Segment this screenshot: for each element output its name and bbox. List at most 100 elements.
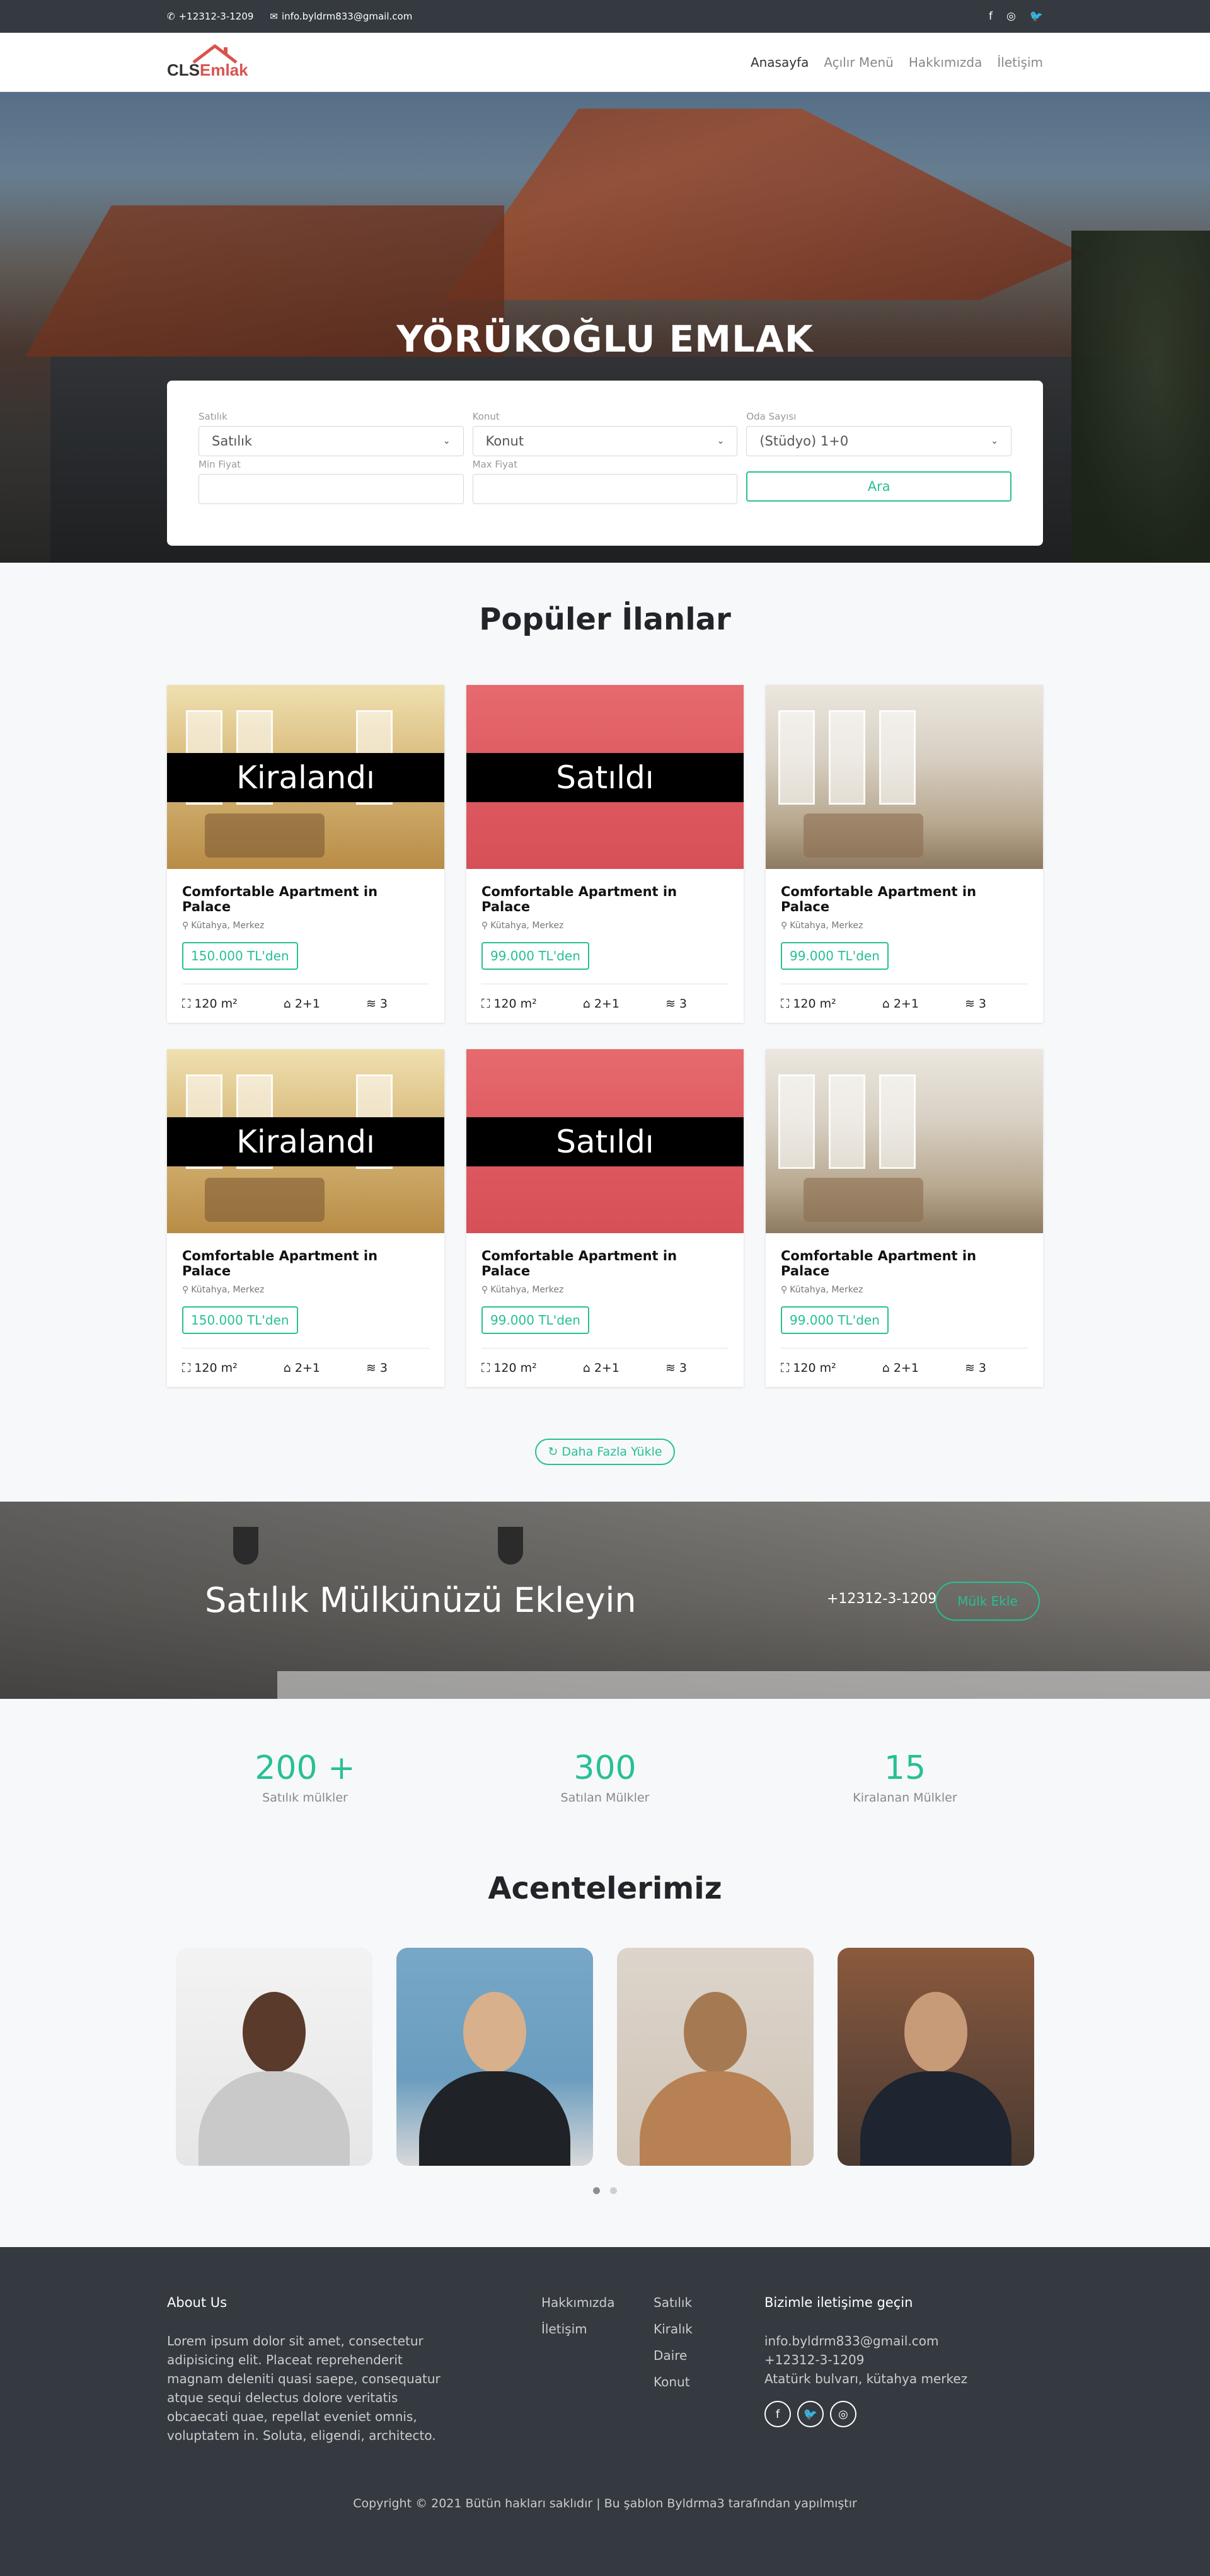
type-value: Konut [485,434,524,449]
email-contact[interactable]: ✉ info.byldrm833@gmail.com [270,11,412,22]
footer-link-sale[interactable]: Satılık [654,2295,764,2310]
twitter-icon[interactable]: 🐦 [797,2401,824,2427]
listing-location: ⚲ Kütahya, Merkez [182,1285,429,1295]
facebook-icon[interactable]: f [989,10,993,23]
status-select[interactable]: Satılık ⌄ [199,426,464,456]
stat-rented: 15 Kiralanan Mülkler [755,1749,1055,1805]
stat-label: Kiralanan Mülkler [853,1791,957,1805]
search-button[interactable]: Ara [746,471,1011,502]
listing-title[interactable]: Comfortable Apartment in Palace [781,884,1028,914]
load-more-button[interactable]: ↻ Daha Fazla Yükle [535,1439,675,1465]
listing-price[interactable]: 99.000 TL'den [481,942,589,970]
chevron-down-icon: ⌄ [717,436,725,446]
agent-photo-head [684,1992,747,2073]
listing-image: Satıldı [466,685,744,869]
agent-card[interactable] [617,1948,814,2166]
status-value: Satılık [212,434,253,449]
listing-price[interactable]: 150.000 TL'den [182,1306,298,1334]
agent-photo-head [904,1992,967,2073]
instagram-icon[interactable]: ◎ [830,2401,856,2427]
status-label: Satılık [199,411,228,422]
rooms-select[interactable]: (Stüdyo) 1+0 ⌄ [746,426,1011,456]
phone-contact[interactable]: ✆ +12312-3-1209 [167,11,253,22]
rooms-feature: ⌂ 2+1 [882,1361,919,1375]
carousel-dot[interactable] [610,2187,617,2194]
contact-email[interactable]: info.byldrm833@gmail.com [764,2332,1017,2350]
agent-card[interactable] [396,1948,593,2166]
stats-section: 200 + Satılık mülkler 300 Satılan Mülkle… [0,1749,1210,1805]
agents-section: Acentelerimiz [0,1871,1210,2194]
map-pin-icon: ⚲ [481,1285,488,1295]
location-text: Kütahya, Merkez [490,1285,564,1295]
agent-card[interactable] [176,1948,372,2166]
floors-feature: ≋ 3 [965,997,986,1011]
agent-photo-head [243,1992,306,2073]
top-bar: ✆ +12312-3-1209 ✉ info.byldrm833@gmail.com… [0,0,1210,33]
area-text: 120 m² [793,1361,836,1375]
nav-about[interactable]: Hakkımızda [909,55,982,70]
listing-card[interactable]: Comfortable Apartment in Palace ⚲ Kütahya… [766,685,1043,1023]
facebook-icon[interactable]: f [764,2401,791,2427]
twitter-icon[interactable]: 🐦 [1030,10,1043,23]
listing-title[interactable]: Comfortable Apartment in Palace [481,884,729,914]
popular-listings-section: Popüler İlanlar Kiralandı Comfortable Ap… [0,563,1210,1465]
listing-price[interactable]: 150.000 TL'den [182,942,298,970]
stat-value: 300 [573,1749,637,1787]
layers-icon: ≋ [366,1361,376,1375]
listing-card[interactable]: Satıldı Comfortable Apartment in Palace … [466,1049,744,1387]
footer-link-about[interactable]: Hakkımızda [541,2295,654,2310]
nav-contact[interactable]: İletişim [997,55,1043,70]
add-property-button[interactable]: Mülk Ekle [935,1582,1040,1621]
listing-card[interactable]: Comfortable Apartment in Palace ⚲ Kütahya… [766,1049,1043,1387]
rooms-value: (Stüdyo) 1+0 [759,434,849,449]
nav-dropdown[interactable]: Açılır Menü [824,55,894,70]
stat-value: 200 + [255,1749,355,1787]
contact-title: Bizimle iletişime geçin [764,2295,913,2310]
listing-price[interactable]: 99.000 TL'den [781,1306,889,1334]
area-icon: ⛶ [781,1361,790,1375]
layers-icon: ≋ [366,997,376,1011]
agent-card[interactable] [838,1948,1034,2166]
listing-title[interactable]: Comfortable Apartment in Palace [182,1248,429,1279]
listing-price[interactable]: 99.000 TL'den [781,942,889,970]
listing-image: Kiralandı [167,1049,444,1233]
map-pin-icon: ⚲ [781,1285,788,1295]
listing-title[interactable]: Comfortable Apartment in Palace [481,1248,729,1279]
location-text: Kütahya, Merkez [790,1285,863,1295]
listing-price[interactable]: 99.000 TL'den [481,1306,589,1334]
load-more-label: Daha Fazla Yükle [562,1445,662,1459]
floors-feature: ≋ 3 [366,997,388,1011]
brand-logo[interactable]: CLS Emlak [167,42,255,83]
min-price-input[interactable] [199,474,464,504]
hero-background-trees [1071,231,1210,563]
footer-link-rent[interactable]: Kiralık [654,2321,764,2337]
type-label: Konut [472,411,500,422]
agents-carousel [0,1948,1210,2166]
cta-phone[interactable]: +12312-3-1209 [827,1591,936,1607]
carousel-dots [0,2187,1210,2194]
contact-phone[interactable]: +12312-3-1209 [764,2350,1017,2369]
footer-link-housing[interactable]: Konut [654,2374,764,2389]
agents-title: Acentelerimiz [488,1871,722,1906]
floors-feature: ≋ 3 [666,1361,687,1375]
hero-section: YÖRÜKOĞLU EMLAK Satılık Satılık ⌄ Konut K… [0,92,1210,563]
chevron-down-icon: ⌄ [442,436,451,446]
home-icon: ⌂ [283,1361,291,1375]
listing-card[interactable]: Kiralandı Comfortable Apartment in Palac… [167,1049,444,1387]
carousel-dot[interactable] [593,2187,600,2194]
nav-home[interactable]: Anasayfa [751,55,809,70]
listing-location: ⚲ Kütahya, Merkez [481,921,729,931]
type-select[interactable]: Konut ⌄ [472,426,738,456]
floors-feature: ≋ 3 [666,997,687,1011]
listing-card[interactable]: Kiralandı Comfortable Apartment in Palac… [167,685,444,1023]
listing-title[interactable]: Comfortable Apartment in Palace [781,1248,1028,1279]
envelope-icon: ✉ [270,11,278,22]
max-price-input[interactable] [472,474,738,504]
area-text: 120 m² [793,997,836,1011]
listing-title[interactable]: Comfortable Apartment in Palace [182,884,429,914]
footer-link-contact[interactable]: İletişim [541,2321,654,2337]
floors-feature: ≋ 3 [366,1361,388,1375]
instagram-icon[interactable]: ◎ [1006,10,1016,23]
footer-link-apartment[interactable]: Daire [654,2348,764,2363]
listing-card[interactable]: Satıldı Comfortable Apartment in Palace … [466,685,744,1023]
